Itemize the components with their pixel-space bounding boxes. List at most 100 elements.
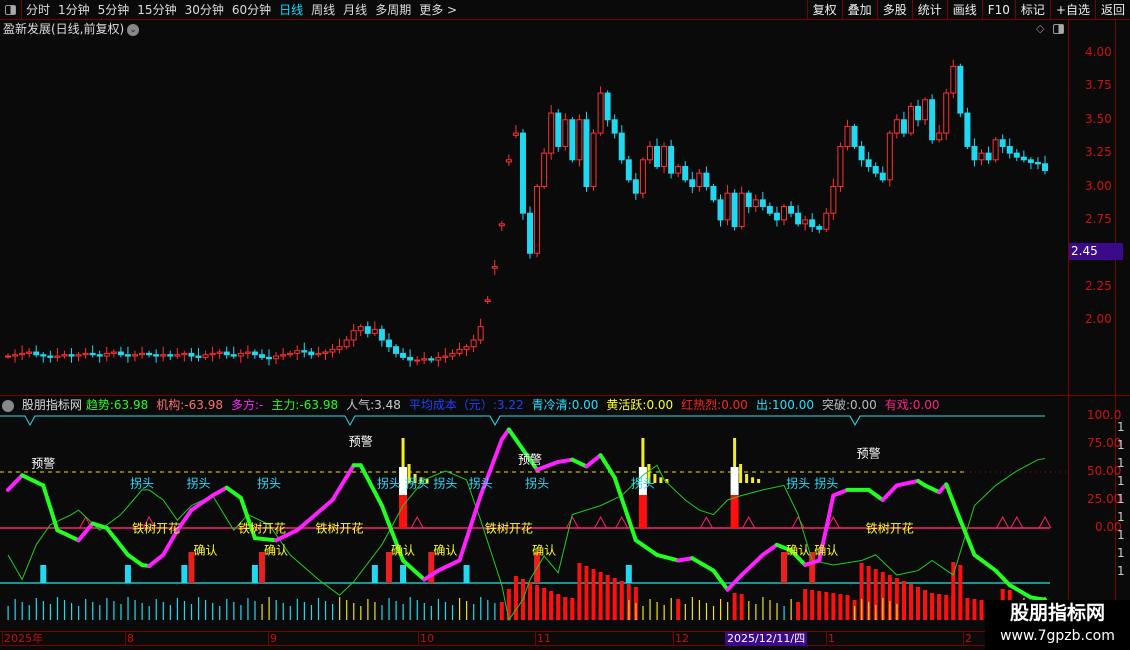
pane-separator[interactable] [0, 395, 1130, 396]
candle-body [153, 354, 160, 357]
candle-body [287, 352, 294, 356]
volume-bar [85, 599, 87, 620]
candle-body [907, 105, 914, 134]
candle-body [886, 132, 893, 181]
volume-bar [395, 601, 397, 620]
time-axis: 2025/12/11/四 2025年 8 9 10 11 12 1 2 [0, 631, 1068, 646]
candle-body [26, 351, 33, 354]
volume-bar [289, 606, 291, 620]
volume-bar [755, 604, 757, 620]
volume-bar [35, 598, 37, 620]
cyan-bar [400, 565, 407, 583]
candle-body [527, 212, 534, 254]
indicator-field: 出:100.00 [756, 398, 818, 412]
trend-line-segment [189, 493, 215, 513]
trend-line-segment [690, 556, 716, 573]
indicator-field: 平均成本（元）:3.22 [409, 398, 528, 412]
candle-body [273, 355, 280, 360]
candle-body [428, 358, 435, 361]
trend-line-segment [556, 457, 575, 464]
field-label: 主力: [271, 398, 300, 412]
volume-bar [49, 604, 52, 620]
candle-body [731, 192, 738, 228]
volume-bar [113, 601, 115, 620]
candle-body [879, 172, 886, 181]
volume-bar [155, 599, 157, 620]
volume-bar [712, 606, 715, 620]
trend-line-segment [655, 552, 681, 563]
chevron-down-icon[interactable] [2, 399, 14, 412]
side-value: 1 [1117, 492, 1125, 506]
volume-bar [134, 600, 136, 620]
side-value: 1 [1117, 528, 1125, 542]
volume-bar [628, 600, 630, 620]
yellow-decay-bar [751, 477, 755, 483]
signal-label: 预警 [31, 456, 56, 471]
yellow-decay-bar [745, 474, 749, 483]
volume-bar [268, 597, 270, 620]
trend-line-segment [252, 536, 279, 543]
trend-line-segment [20, 473, 46, 488]
candle-body [449, 352, 456, 357]
toolbar-button[interactable]: 返回 [1094, 0, 1130, 20]
trend-line-segment [6, 473, 25, 492]
volume-bar [247, 598, 249, 620]
candle-body [872, 165, 879, 174]
yellow-decay-bar [757, 479, 761, 483]
volume-bar [901, 589, 906, 620]
candle-body [1013, 152, 1020, 158]
trend-line-segment [633, 538, 660, 557]
candle-body [696, 172, 703, 187]
field-label: 红热烈: [681, 398, 722, 412]
candle-body [689, 179, 696, 187]
candle-body [590, 132, 597, 188]
candle-body [837, 145, 844, 187]
volume-bar [296, 599, 298, 620]
candle-body [519, 132, 526, 214]
candle-body [900, 119, 907, 134]
indicator-name[interactable]: 股朋指标网 [22, 398, 82, 412]
indicator-field: 趋势:63.98 [86, 398, 152, 412]
volume-bar [535, 593, 540, 620]
candle-body [5, 355, 11, 358]
candle-body [604, 92, 611, 121]
time-tick: 2025年 [2, 632, 43, 646]
volume-bar [148, 606, 150, 620]
candle-body [618, 132, 625, 161]
volume-bar [861, 599, 863, 620]
field-value: 0.00 [850, 398, 877, 412]
candle-body [400, 352, 407, 358]
candle-body [202, 354, 209, 358]
candle-body [280, 354, 287, 357]
candle-body [470, 339, 477, 348]
candle-body [548, 112, 555, 154]
volume-bar [642, 606, 644, 620]
volume-bar [824, 592, 829, 620]
volume-bar [205, 600, 207, 620]
candle-body [830, 186, 837, 214]
candle-body [357, 326, 364, 332]
candle-body [378, 328, 385, 341]
candle-body [555, 112, 562, 147]
candle-body [435, 356, 442, 361]
candle-body [498, 223, 505, 227]
volume-bar [979, 600, 984, 620]
side-value: 1 [1117, 438, 1125, 452]
candle-body [294, 350, 301, 354]
candle-body [491, 266, 498, 269]
price-tick: 3.75 [1085, 78, 1112, 93]
volume-bar [958, 597, 963, 620]
volume-bar [7, 606, 9, 620]
side-value: 1 [1117, 456, 1125, 470]
volume-bar [635, 603, 637, 620]
field-value: 0.00 [912, 398, 940, 412]
candle-body [964, 112, 971, 147]
candle-body [89, 352, 96, 356]
field-value: 100.00 [771, 398, 814, 412]
candle-body [195, 355, 202, 358]
trend-line-segment [923, 483, 942, 495]
volume-bar [783, 606, 785, 620]
volume-bar [549, 595, 554, 620]
candle-body [308, 351, 315, 356]
field-value: 63.98 [113, 398, 149, 412]
